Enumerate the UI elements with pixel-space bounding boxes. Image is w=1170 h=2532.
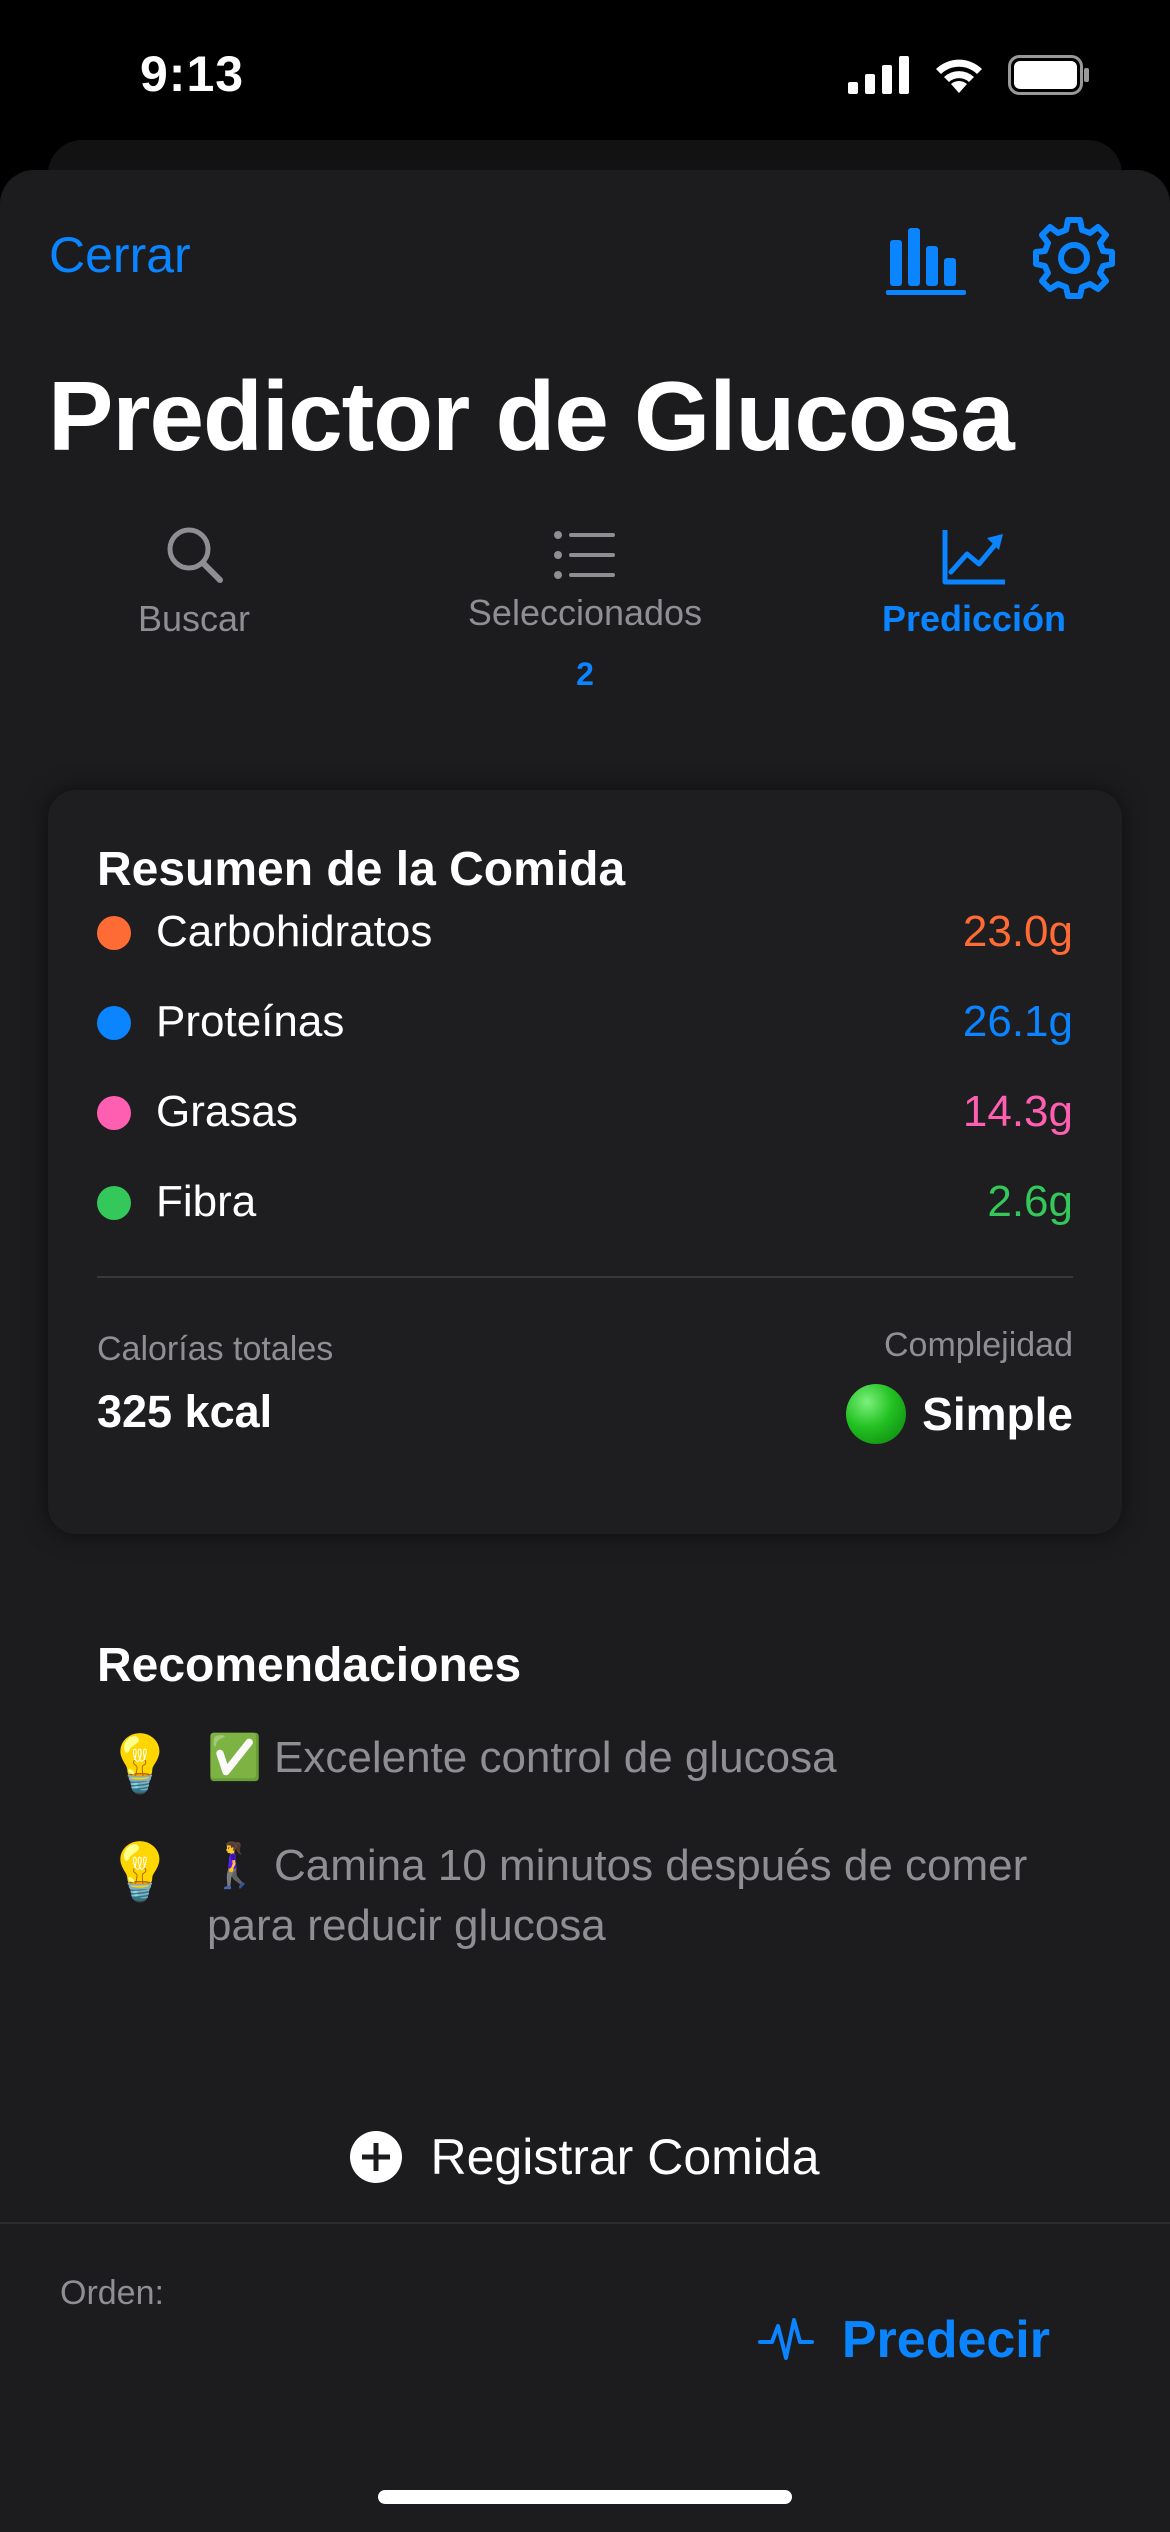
status-icons [848, 55, 1090, 95]
complexity-text: Simple [922, 1388, 1073, 1440]
plus-circle-icon [350, 2131, 403, 2183]
tab-label: Predicción [881, 598, 1067, 639]
calories-value: 325 kcal [97, 1386, 273, 1437]
green-circle-icon [846, 1384, 907, 1444]
list-icon [554, 531, 615, 579]
trend-chart-icon [942, 530, 1005, 585]
color-dot [97, 1006, 131, 1040]
register-meal-label: Registrar Comida [430, 2129, 820, 2185]
predict-label: Predecir [841, 2311, 1050, 2369]
bar-chart-icon [886, 228, 966, 295]
wifi-icon [936, 59, 982, 93]
register-meal-button[interactable]: Registrar Comida [0, 2128, 1170, 2186]
bottom-divider [0, 2222, 1170, 2224]
macro-name: Grasas [156, 1087, 298, 1136]
waveform-icon [757, 2318, 814, 2360]
tab-seleccionados[interactable]: Seleccionados 2 [405, 530, 765, 693]
macro-value: 23.0g [962, 907, 1073, 956]
recommendation-text: 🚶‍♀️ Camina 10 minutos después de comer … [207, 1841, 1028, 1950]
color-dot [97, 1186, 131, 1220]
macro-row-proteinas: Proteínas 26.1g [97, 992, 1073, 1052]
macro-name: Carbohidratos [156, 907, 433, 956]
macro-value: 14.3g [962, 1087, 1073, 1136]
home-indicator[interactable] [378, 2490, 792, 2504]
modal-sheet: Cerrar Predictor de Glucosa Buscar Selec… [0, 170, 1170, 2532]
recommendation-text: ✅ Excelente control de glucosa [207, 1733, 837, 1782]
macro-row-fibra: Fibra 2.6g [97, 1172, 1073, 1232]
cellular-signal-icon [848, 56, 909, 94]
battery-icon [1008, 55, 1089, 95]
color-dot [97, 1096, 131, 1130]
macro-value: 2.6g [987, 1177, 1073, 1226]
lightbulb-icon: 💡 [105, 1732, 175, 1795]
tab-buscar[interactable]: Buscar [14, 522, 374, 640]
order-label: Orden: [60, 2274, 164, 2312]
status-bar: 9:13 [0, 0, 1170, 150]
settings-button[interactable] [1030, 214, 1118, 302]
macro-value: 26.1g [962, 997, 1073, 1046]
color-dot [97, 916, 131, 950]
status-time: 9:13 [140, 46, 245, 102]
meal-summary-card: Resumen de la Comida Carbohidratos 23.0g… [48, 790, 1122, 1534]
calories-label: Calorías totales [97, 1330, 334, 1368]
complexity-value: Simple [846, 1384, 1073, 1444]
selected-count-badge: 2 [576, 656, 594, 692]
magnifying-glass-icon [167, 527, 223, 583]
macro-name: Proteínas [156, 997, 345, 1046]
predict-button[interactable]: Predecir [757, 2310, 1050, 2370]
tab-label: Seleccionados [467, 592, 703, 633]
lightbulb-icon: 💡 [105, 1840, 175, 1903]
close-button[interactable]: Cerrar [49, 226, 191, 284]
card-title: Resumen de la Comida [97, 843, 626, 896]
statistics-button[interactable] [882, 220, 970, 300]
tab-prediccion[interactable]: Predicción [794, 528, 1154, 640]
gear-icon [1033, 217, 1115, 299]
macro-row-carbohidratos: Carbohidratos 23.0g [97, 902, 1073, 962]
macro-name: Fibra [156, 1177, 257, 1226]
page-title: Predictor de Glucosa [48, 361, 1015, 471]
tab-label: Buscar [137, 598, 251, 639]
divider [97, 1276, 1073, 1278]
macro-row-grasas: Grasas 14.3g [97, 1082, 1073, 1142]
complexity-label: Complejidad [884, 1326, 1073, 1364]
recommendations-title: Recomendaciones [97, 1639, 522, 1692]
